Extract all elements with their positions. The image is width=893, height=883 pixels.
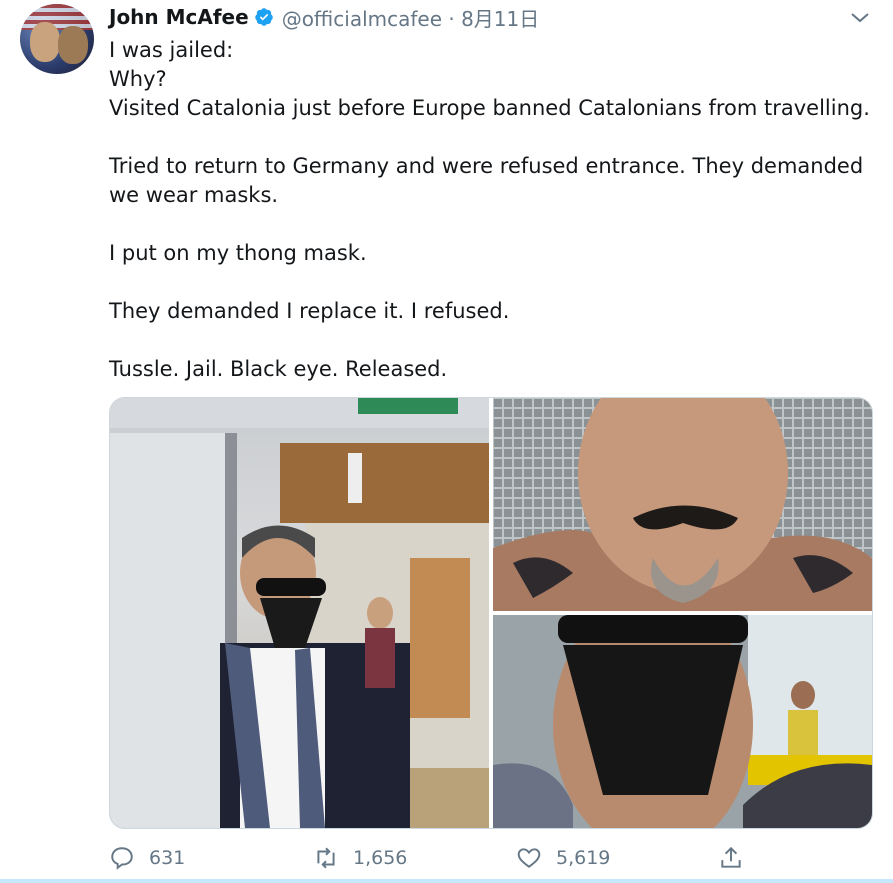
reply-count: 631 (149, 847, 186, 869)
tweet-text: I was jailed: Why? Visited Catalonia jus… (109, 36, 879, 384)
author-avatar[interactable] (20, 4, 94, 74)
reply-icon (111, 847, 133, 870)
retweet-button[interactable]: 1,656 (313, 843, 407, 873)
avatar-face-graphic-2 (58, 26, 88, 64)
photo-1-illustration (110, 398, 489, 828)
tweet-header: John McAfee @officialmcafee · 8月11日 (109, 3, 540, 32)
photo-black-eye-closeup[interactable] (493, 398, 872, 611)
share-icon (721, 846, 741, 868)
retweet-count: 1,656 (353, 847, 408, 869)
chevron-down-icon[interactable] (848, 8, 872, 28)
bottom-divider (0, 879, 893, 883)
photo-2-illustration (493, 398, 872, 611)
tweet-line: Why? (109, 67, 167, 91)
avatar-flag-graphic (20, 4, 94, 30)
reply-button[interactable]: 631 (109, 843, 185, 873)
avatar-face-graphic (30, 22, 60, 62)
tweet-line: Visited Catalonia just before Europe ban… (109, 96, 870, 120)
like-count: 5,619 (556, 847, 611, 869)
retweet-icon (317, 847, 335, 869)
tweet-line: Tussle. Jail. Black eye. Released. (109, 357, 448, 381)
verified-badge-icon (254, 8, 273, 26)
like-icon (517, 848, 541, 868)
tweet-line: Tried to return to Germany and were refu… (109, 154, 864, 207)
tweet-media-grid (109, 397, 873, 829)
tweet-line: They demanded I replace it. I refused. (109, 299, 510, 323)
photo-3-illustration (493, 615, 872, 828)
like-button[interactable]: 5,619 (516, 843, 610, 873)
photo-thong-mask-closeup[interactable] (493, 615, 872, 828)
author-handle-and-date[interactable]: @officialmcafee · 8月11日 (282, 3, 540, 32)
tweet-line: I put on my thong mask. (109, 241, 367, 265)
author-name[interactable]: John McAfee (109, 5, 249, 29)
tweet-action-bar: 631 1,656 5,619 (0, 843, 893, 873)
share-button[interactable] (718, 843, 758, 873)
tweet-line: I was jailed: (109, 38, 234, 62)
photo-airport-thong-mask[interactable] (110, 398, 489, 828)
